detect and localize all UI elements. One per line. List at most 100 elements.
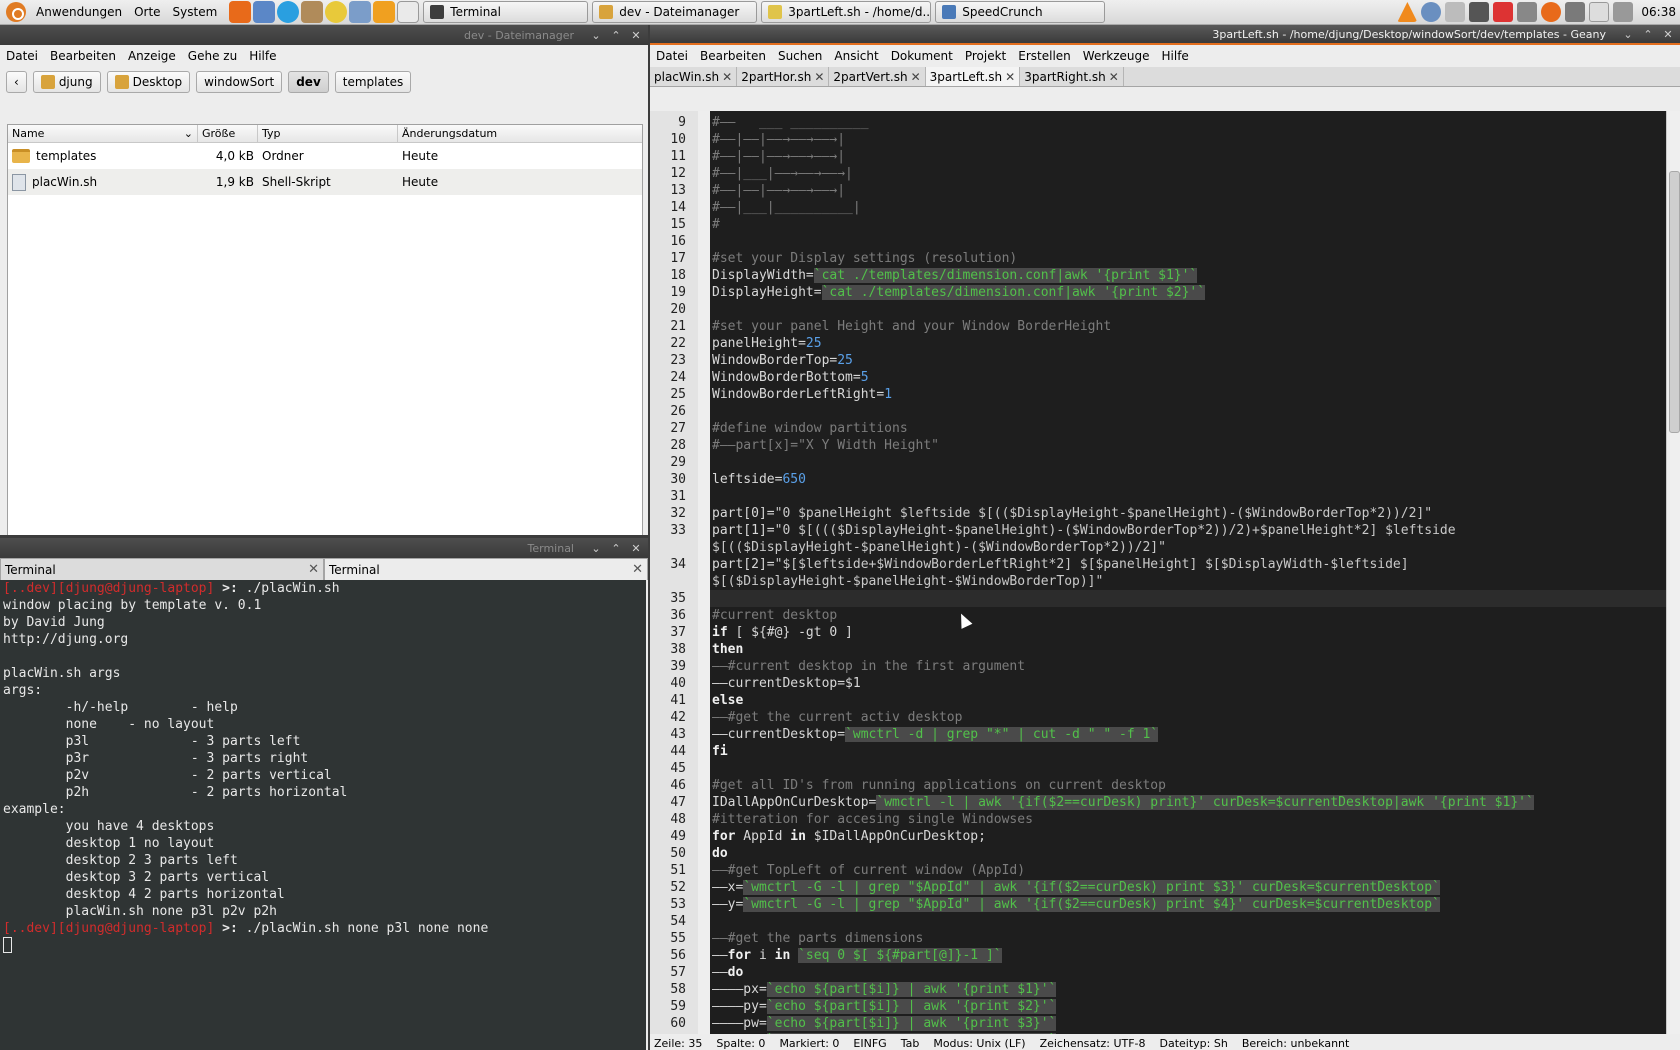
menu-item-suchen[interactable]: Suchen (772, 49, 828, 63)
close-tab-icon[interactable]: ✕ (308, 562, 319, 577)
thunderbird-icon[interactable] (253, 1, 276, 23)
tab-3partright[interactable]: 3partRight.sh ✕ (1020, 67, 1124, 86)
terminal-titlebar[interactable]: Terminal ⌄ ⌃ ✕ (0, 538, 648, 558)
close-tab-icon[interactable]: ✕ (911, 70, 921, 84)
vlc-icon[interactable] (1397, 2, 1418, 22)
gmail-icon[interactable] (1493, 2, 1514, 22)
file-row[interactable]: placWin.sh 1,9 kB Shell-Skript Heute (8, 169, 642, 195)
task-button[interactable]: dev - Dateimanager (592, 1, 758, 23)
code-editor[interactable]: 9 #—— ___ __________ 10 #——|——|——→——→——→| 11… (650, 111, 1680, 1034)
column-date[interactable]: Änderungsdatum (398, 125, 642, 142)
column-type[interactable]: Typ (258, 125, 398, 142)
menu-item-bearbeiten[interactable]: Bearbeiten (694, 49, 772, 63)
terminal-tab-2[interactable]: Terminal ✕ (324, 558, 648, 580)
tab-3partleft[interactable]: 3partLeft.sh ✕ (925, 67, 1021, 86)
menu-item-hilfe[interactable]: Hilfe (1156, 49, 1195, 63)
volume-icon[interactable] (1517, 2, 1538, 22)
prompt-line: [..dev][djung@djung-laptop] >: ./placWin… (3, 580, 643, 597)
task-button[interactable]: SpeedCrunch (935, 1, 1106, 23)
breadcrumb-templates[interactable]: templates (334, 71, 412, 93)
line-number: 21 (670, 319, 686, 334)
menu-item-ansicht[interactable]: Ansicht (828, 49, 884, 63)
close-tab-icon[interactable]: ✕ (632, 562, 643, 577)
close-tab-icon[interactable]: ✕ (1005, 70, 1015, 84)
breadcrumb-desktop[interactable]: Desktop (106, 71, 191, 93)
geany-titlebar[interactable]: 3partLeft.sh - /home/djung/Desktop/windo… (650, 25, 1680, 45)
panel-menu-anwendungen[interactable]: Anwendungen (30, 5, 128, 19)
menu-item-hilfe[interactable]: Hilfe (243, 49, 282, 63)
skype-icon[interactable] (277, 1, 300, 23)
virtualbox-icon[interactable] (349, 1, 372, 23)
clock[interactable]: 06:38 (1637, 5, 1676, 19)
file-manager-titlebar[interactable]: dev - Dateimanager ⌄ ⌃ ✕ (0, 25, 648, 45)
tab-2partvert[interactable]: 2partVert.sh ✕ (829, 67, 926, 86)
workspace-switcher-icon[interactable] (1565, 2, 1586, 22)
close-icon[interactable]: ✕ (630, 542, 642, 555)
menu-item-erstellen[interactable]: Erstellen (1012, 49, 1077, 63)
close-icon[interactable]: ✕ (630, 29, 642, 42)
panel-menu-orte[interactable]: Orte (128, 5, 166, 19)
menu-item-datei[interactable]: Datei (650, 49, 694, 63)
line-number: 45 (670, 761, 686, 776)
tab-2parthor[interactable]: 2partHor.sh ✕ (737, 67, 830, 86)
editor-icon[interactable] (397, 1, 420, 23)
close-tab-icon[interactable]: ✕ (1109, 70, 1119, 84)
breadcrumb-djung[interactable]: djung (32, 71, 101, 93)
vertical-scrollbar[interactable] (1666, 111, 1680, 1034)
burn-icon[interactable] (373, 1, 396, 23)
menu-item-projekt[interactable]: Projekt (959, 49, 1012, 63)
code-line: 21 #set your panel Height and your Window… (670, 318, 1666, 335)
window-list-icon[interactable] (1613, 2, 1634, 22)
column-name[interactable]: Name ⌄ (8, 125, 198, 142)
firefox-tray-icon[interactable] (1541, 2, 1562, 22)
maximize-icon[interactable]: ⌃ (610, 29, 622, 42)
line-number: 27 (670, 421, 686, 436)
close-icon[interactable]: ✕ (1662, 28, 1674, 41)
code-line: 27 #define window partitions (670, 420, 1666, 437)
code-line: 28 #——part[x]="X Y Width Height" (670, 437, 1666, 454)
tools-icon[interactable] (301, 1, 324, 23)
line-number: 36 (670, 608, 686, 623)
line-text: ——#get TopLeft of current window (AppId) (712, 863, 1026, 878)
task-button[interactable]: 3partLeft.sh - /home/d... (761, 1, 932, 23)
breadcrumb-windowsort[interactable]: windowSort (196, 71, 283, 93)
terminal-output[interactable]: [..dev][djung@djung-laptop] >: ./placWin… (0, 580, 646, 1050)
ubuntu-logo-icon[interactable] (6, 2, 26, 22)
menu-item-werkzeuge[interactable]: Werkzeuge (1077, 49, 1156, 63)
tab-label: 2partHor.sh (741, 69, 812, 84)
minimize-icon[interactable]: ⌄ (1622, 28, 1634, 41)
minimize-icon[interactable]: ⌄ (590, 29, 602, 42)
column-size[interactable]: Größe (198, 125, 258, 142)
menu-item-anzeige[interactable]: Anzeige (122, 49, 182, 63)
close-tab-icon[interactable]: ✕ (722, 70, 732, 84)
display-icon[interactable] (1469, 2, 1490, 22)
pidgin-icon[interactable] (325, 1, 348, 23)
menu-item-datei[interactable]: Datei (0, 49, 44, 63)
status-item: Modus: Unix (LF) (933, 1036, 1026, 1050)
maximize-icon[interactable]: ⌃ (610, 542, 622, 555)
breadcrumb-label: djung (58, 75, 93, 89)
back-button[interactable]: ‹ (6, 71, 27, 93)
clipboard-icon[interactable] (1445, 2, 1466, 22)
code-line: 25 WindowBorderLeftRight=1 (670, 386, 1666, 403)
panel-menu-system[interactable]: System (167, 5, 224, 19)
output-line: you have 4 desktops (3, 819, 215, 834)
status-item: Dateityp: Sh (1159, 1036, 1228, 1050)
task-label: Terminal (450, 5, 501, 19)
close-tab-icon[interactable]: ✕ (814, 70, 824, 84)
firefox-icon[interactable] (229, 1, 252, 23)
tab-placwin[interactable]: placWin.sh ✕ (650, 67, 738, 86)
minimize-icon[interactable]: ⌄ (590, 542, 602, 555)
file-row[interactable]: templates 4,0 kB Ordner Heute (8, 143, 642, 169)
menu-item-dokument[interactable]: Dokument (885, 49, 959, 63)
menu-item-bearbeiten[interactable]: Bearbeiten (44, 49, 122, 63)
line-text: #——|——|——→——→——→| (712, 183, 846, 198)
line-number: 12 (670, 166, 686, 181)
terminal-tab-1[interactable]: Terminal ✕ (0, 558, 324, 580)
breadcrumb-dev[interactable]: dev (288, 71, 329, 93)
maximize-icon[interactable]: ⌃ (1642, 28, 1654, 41)
menu-item-gehe-zu[interactable]: Gehe zu (182, 49, 243, 63)
show-desktop-icon[interactable] (1589, 2, 1610, 22)
network-icon[interactable] (1421, 2, 1442, 22)
task-button[interactable]: Terminal (423, 1, 589, 23)
